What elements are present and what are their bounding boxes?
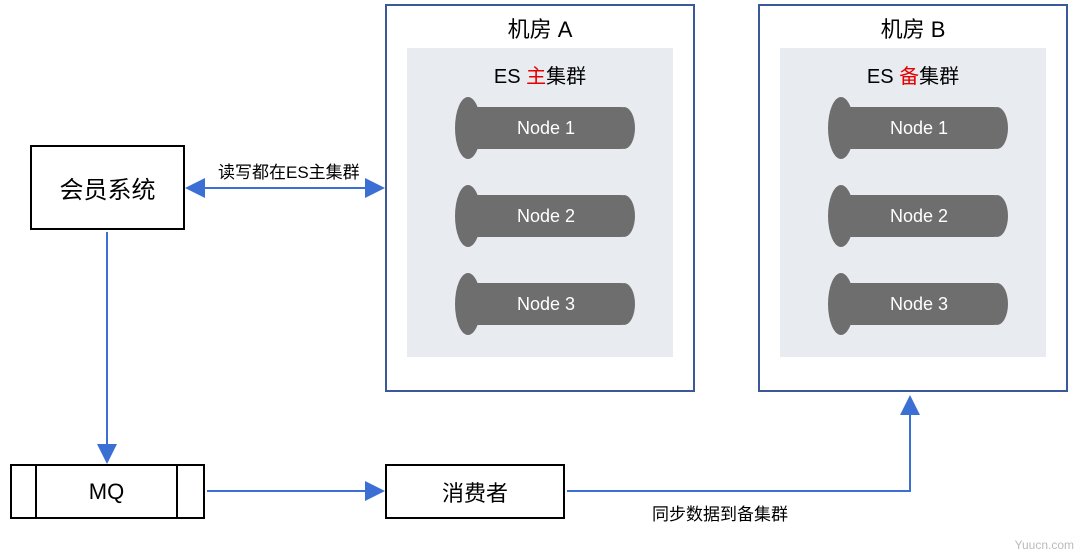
cluster-b-node: Node 3 <box>828 273 998 335</box>
mq-segment-right <box>178 466 203 517</box>
cluster-a: ES 主集群 Node 1 Node 2 Node 3 <box>407 48 673 357</box>
datacenter-b-title: 机房 B <box>760 6 1066 48</box>
cluster-b-accent: 备 <box>899 66 919 88</box>
cluster-a-node-label: Node 1 <box>467 107 625 149</box>
datacenter-a-title: 机房 A <box>387 6 693 48</box>
cylinder-cap-icon <box>986 107 1008 149</box>
consumer-label: 消费者 <box>442 476 508 508</box>
cluster-b-prefix: ES <box>867 66 899 88</box>
mq-label: MQ <box>37 466 178 517</box>
cluster-b-node-label: Node 2 <box>840 195 998 237</box>
cylinder-cap-icon <box>613 195 635 237</box>
member-system-label: 会员系统 <box>60 170 156 205</box>
cluster-a-suffix: 集群 <box>546 66 586 88</box>
datacenter-a-box: 机房 A ES 主集群 Node 1 Node 2 Node 3 <box>385 4 695 392</box>
cluster-b-suffix: 集群 <box>919 66 959 88</box>
mq-segment-left <box>12 466 37 517</box>
cluster-a-node: Node 1 <box>455 97 625 159</box>
datacenter-b-box: 机房 B ES 备集群 Node 1 Node 2 Node 3 <box>758 4 1068 392</box>
cylinder-cap-icon <box>986 283 1008 325</box>
member-system-box: 会员系统 <box>30 145 185 230</box>
cluster-a-prefix: ES <box>494 66 526 88</box>
cluster-a-node: Node 3 <box>455 273 625 335</box>
cluster-a-title: ES 主集群 <box>419 56 661 97</box>
cluster-a-node-label: Node 3 <box>467 283 625 325</box>
cluster-b-title: ES 备集群 <box>792 56 1034 97</box>
cylinder-cap-icon <box>613 283 635 325</box>
cluster-a-node: Node 2 <box>455 185 625 247</box>
watermark: Yuucn.com <box>1015 538 1074 552</box>
cluster-b: ES 备集群 Node 1 Node 2 Node 3 <box>780 48 1046 357</box>
cluster-b-node: Node 1 <box>828 97 998 159</box>
cluster-b-node-label: Node 1 <box>840 107 998 149</box>
mq-box: MQ <box>10 464 205 519</box>
consumer-box: 消费者 <box>385 464 565 519</box>
cluster-b-node: Node 2 <box>828 185 998 247</box>
cluster-a-node-label: Node 2 <box>467 195 625 237</box>
cluster-b-node-label: Node 3 <box>840 283 998 325</box>
cluster-a-accent: 主 <box>526 66 546 88</box>
cylinder-cap-icon <box>986 195 1008 237</box>
cylinder-cap-icon <box>613 107 635 149</box>
label-read-write: 读写都在ES主集群 <box>218 158 360 183</box>
arrow-consumer-to-cluster-b <box>567 397 910 491</box>
label-sync: 同步数据到备集群 <box>652 500 788 525</box>
